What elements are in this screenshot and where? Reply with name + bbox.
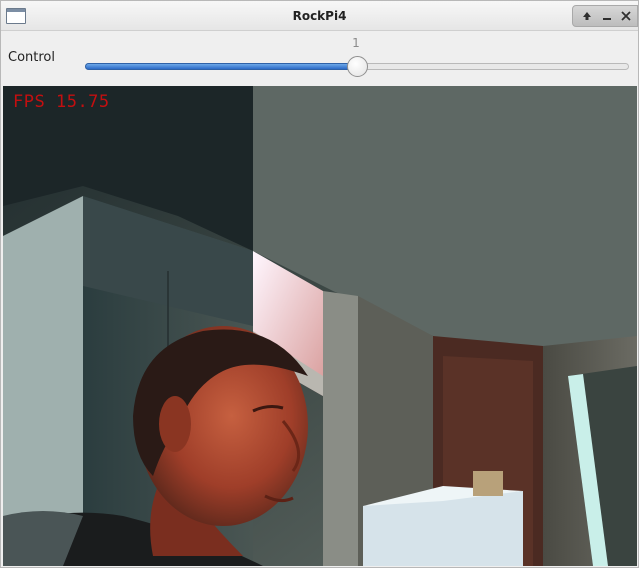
control-slider-thumb[interactable] — [346, 56, 368, 77]
close-icon[interactable] — [618, 9, 634, 23]
control-slider-fill — [85, 63, 357, 70]
minimize-icon[interactable] — [599, 9, 615, 23]
fps-overlay: FPS 15.75 — [13, 92, 110, 112]
camera-feed — [3, 86, 637, 566]
control-label: Control — [8, 50, 55, 65]
app-window: RockPi4 Control 1 FPS 15.75 — [0, 0, 639, 568]
fps-value: 15.75 — [55, 92, 110, 112]
control-toolbar: Control 1 — [1, 32, 638, 85]
window-title: RockPi4 — [292, 9, 347, 23]
camera-image — [3, 86, 637, 566]
slider-value: 1 — [352, 36, 360, 50]
fps-label: FPS — [13, 92, 46, 112]
window-controls — [572, 5, 638, 27]
title-bar[interactable]: RockPi4 — [1, 1, 638, 31]
arrow-up-icon[interactable] — [579, 9, 595, 23]
